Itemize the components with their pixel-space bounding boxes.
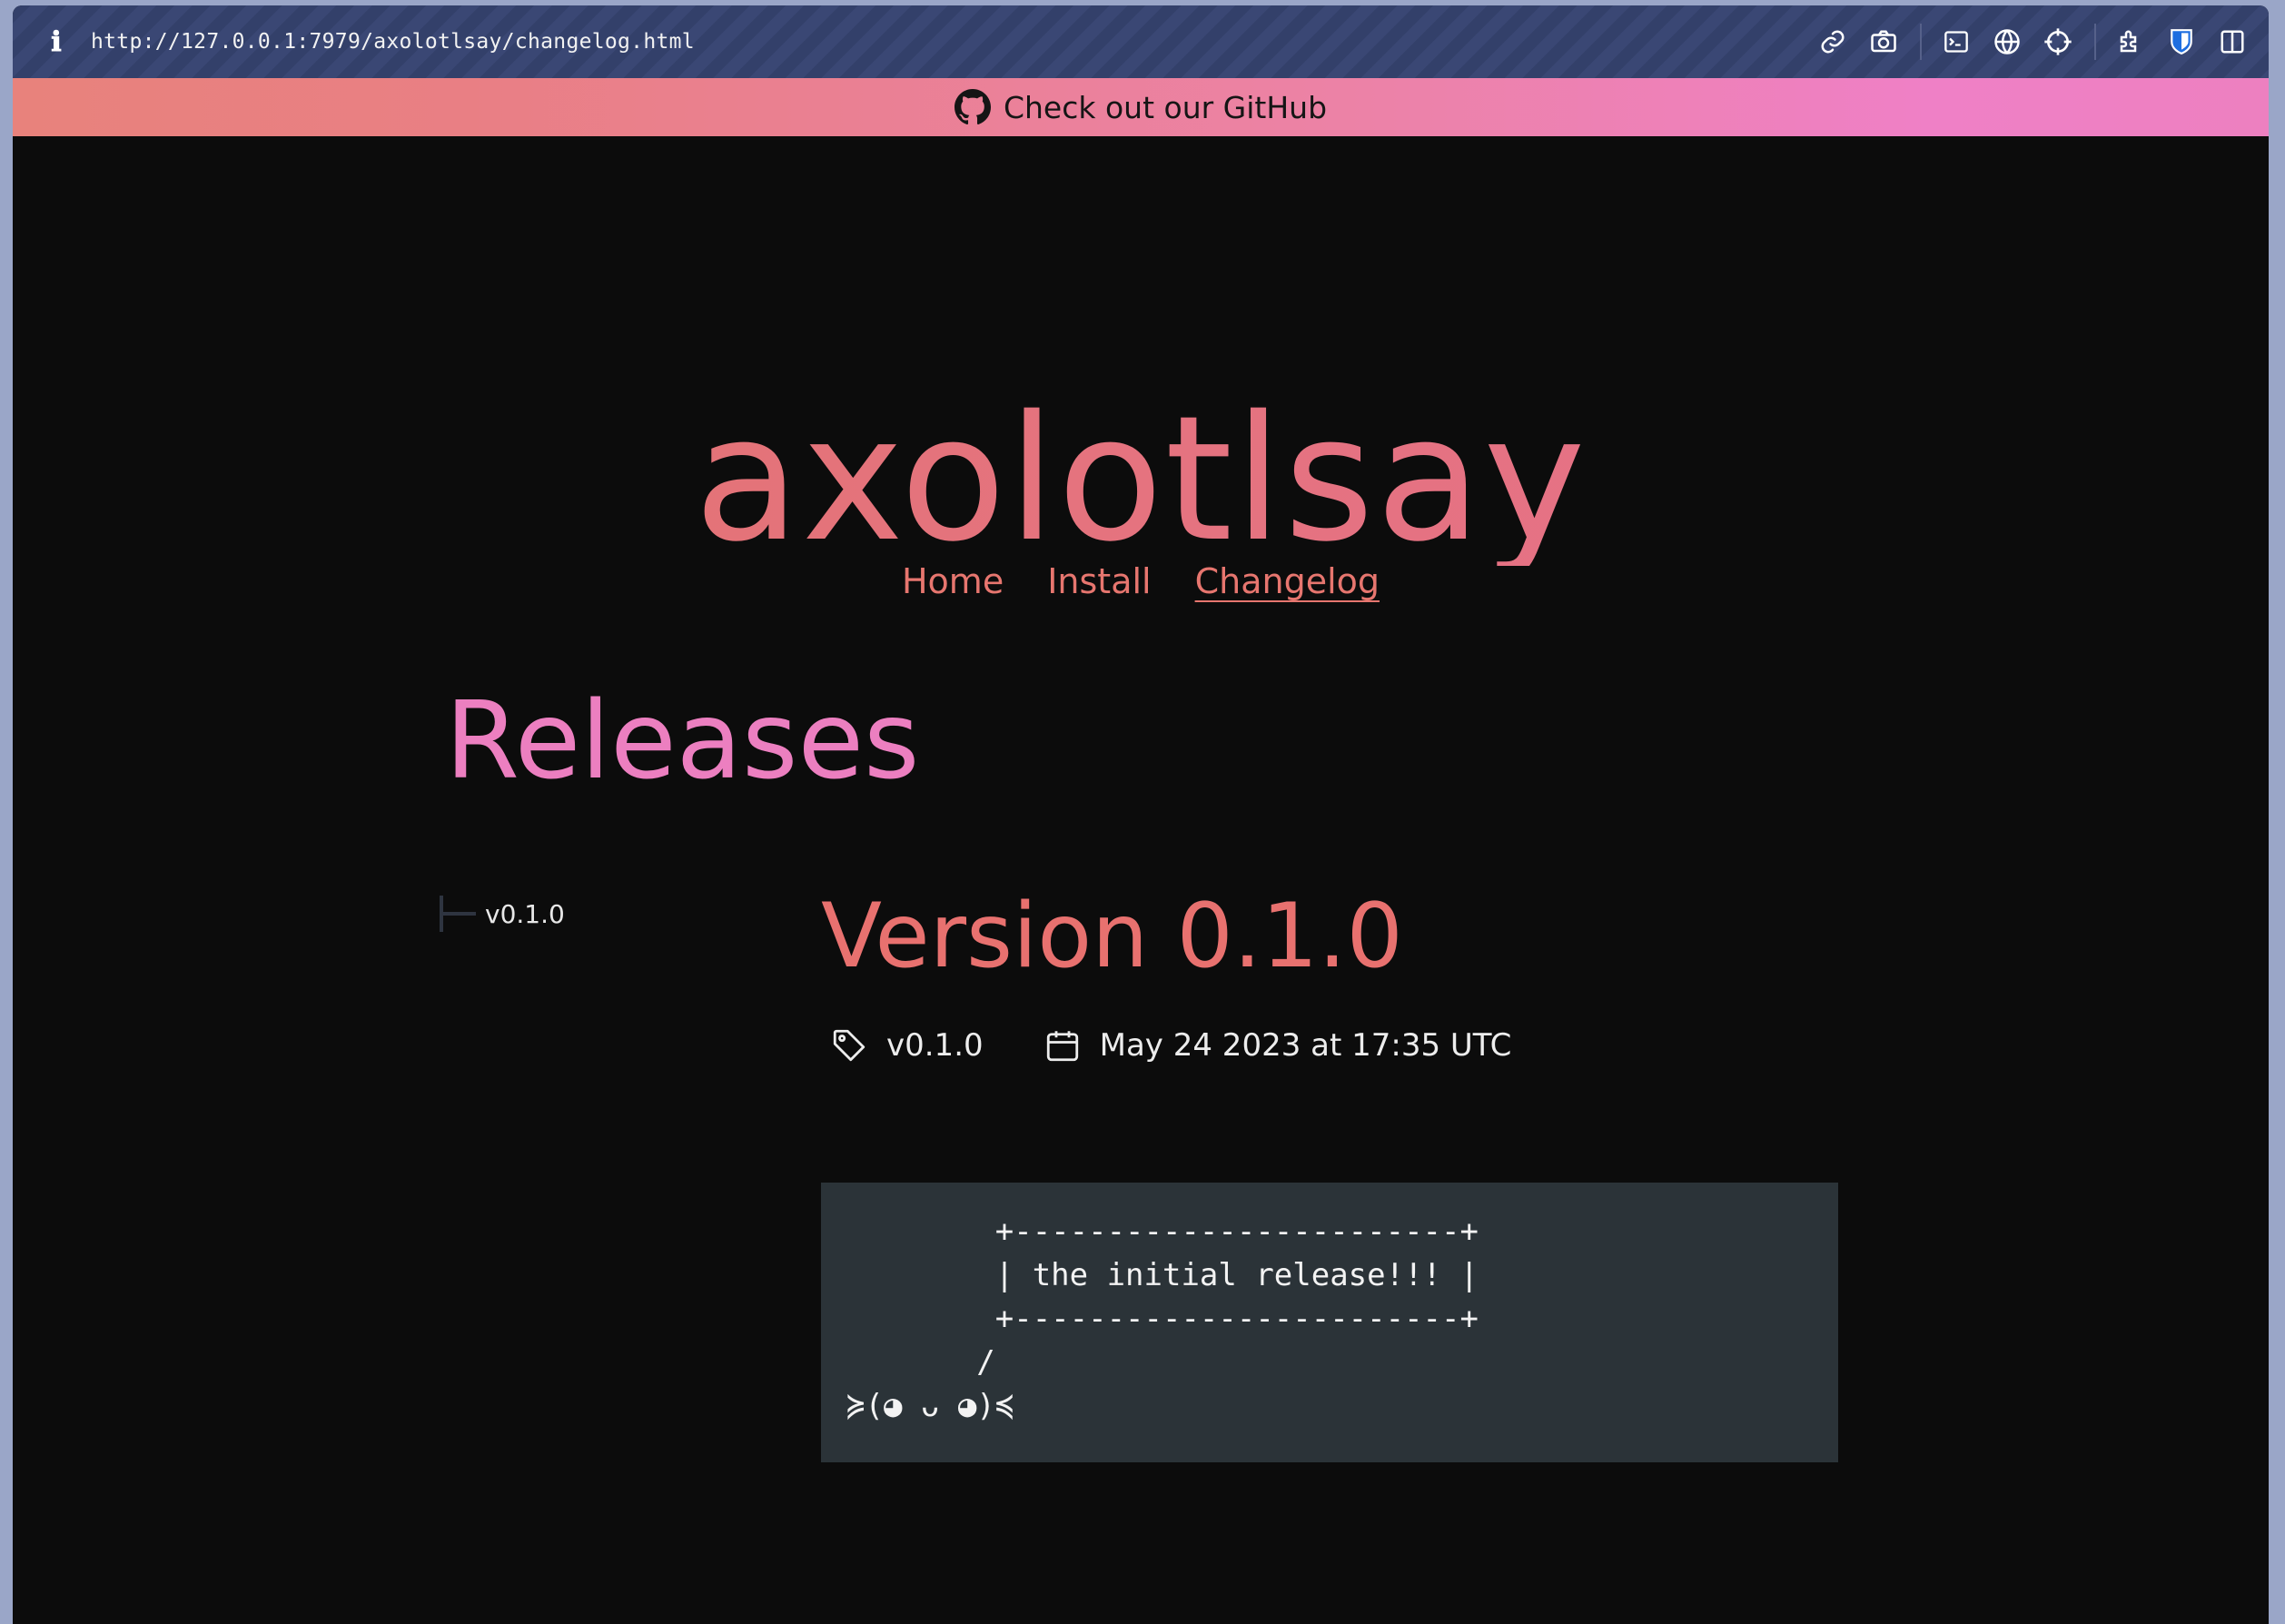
globe-icon[interactable] [1991,25,2023,58]
sidebar-item-v0-1-0[interactable]: v0.1.0 [485,899,565,929]
camera-icon[interactable] [1867,25,1900,58]
nav-link-changelog[interactable]: Changelog [1195,561,1380,601]
release-date: May 24 2023 at 17:35 UTC [1044,1026,1512,1065]
browser-toolbar: ℹ http://127.0.0.1:7979/axolotlsay/chang… [13,5,2269,78]
release-notes-code-block: +------------------------+ | the initial… [821,1183,1838,1462]
calendar-icon [1046,1031,1078,1062]
github-icon [954,89,991,125]
release-notes-text: +------------------------+ | the initial… [846,1213,1479,1424]
toolbar-divider [1920,24,1922,60]
link-icon[interactable] [1816,25,1849,58]
release-title: Version 0.1.0 [821,885,1403,988]
sidebar-icon[interactable] [2216,25,2249,58]
release-tag: v0.1.0 [830,1026,984,1065]
release-tag-label: v0.1.0 [886,1027,984,1064]
browser-window: ℹ http://127.0.0.1:7979/axolotlsay/chang… [13,5,2269,1624]
toolbar-divider [2094,24,2096,60]
tag-icon [833,1029,866,1062]
release-date-label: May 24 2023 at 17:35 UTC [1099,1027,1512,1064]
nav-link-install[interactable]: Install [1047,561,1151,601]
sidebar-tick [443,912,476,916]
site-title[interactable]: axolotlsay [13,393,2269,566]
info-icon[interactable]: ℹ [35,26,78,58]
github-banner-text: Check out our GitHub [1003,89,1328,125]
crosshair-icon[interactable] [2042,25,2074,58]
main-nav: Home Install Changelog [13,561,2269,601]
release-meta: v0.1.0 May 24 2023 at 17:35 UTC [830,1026,1571,1065]
address-bar[interactable]: http://127.0.0.1:7979/axolotlsay/changel… [91,30,695,54]
extensions-icon[interactable] [2114,25,2147,58]
toolbar-icons [1798,5,2249,78]
page-title: Releases [445,678,920,803]
bitwarden-icon[interactable] [2165,25,2198,58]
nav-link-home[interactable]: Home [902,561,1004,601]
release-sidebar: v0.1.0 [440,896,565,932]
github-banner[interactable]: Check out our GitHub [13,78,2269,136]
terminal-icon[interactable] [1940,25,1973,58]
